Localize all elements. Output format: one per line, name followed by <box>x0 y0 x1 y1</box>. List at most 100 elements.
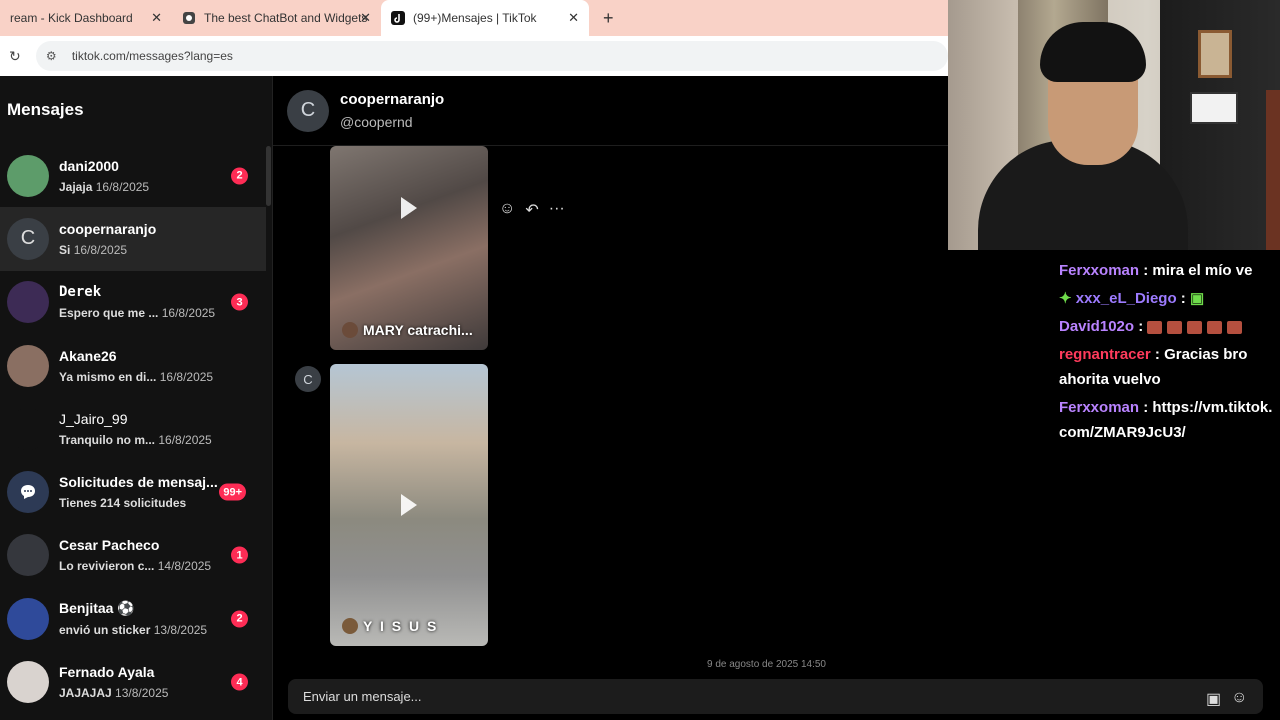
tab-chatbot-widgets[interactable]: The best ChatBot and Widgets ✕ <box>172 0 381 36</box>
avatar <box>7 661 49 704</box>
avatar[interactable]: C <box>295 366 321 392</box>
chat-message: ✦ xxx_eL_Diego : ▣ <box>1059 290 1205 307</box>
chat-username: regnantracer <box>1059 346 1151 363</box>
date-separator: 9 de agosto de 2025 14:50 <box>707 659 826 670</box>
streamer-hair <box>1040 22 1146 82</box>
chat-message: regnantracer : Gracias bro ahorita vuelv… <box>1059 346 1248 388</box>
conversation-preview: Tienes 214 solicitudes <box>59 496 187 511</box>
close-icon[interactable]: ✕ <box>151 10 162 26</box>
conversation-name: Fernado Ayala <box>59 664 155 681</box>
browser-tab-bar: ream - Kick Dashboard ✕ The best ChatBot… <box>0 0 948 36</box>
message-actions: ☺ ↶ ··· <box>499 200 565 220</box>
chat-nickname[interactable]: coopernaranjo <box>340 91 444 108</box>
unread-badge: 2 <box>231 610 248 628</box>
site-settings-icon[interactable]: ⚙ <box>46 49 62 63</box>
tab-label: ream - Kick Dashboard <box>10 11 133 25</box>
video-caption: Y I S U S <box>342 618 438 634</box>
chat-pane: C coopernaranjo @coopernd MARY catrachi.… <box>273 76 1263 720</box>
conversation-item[interactable]: Fernado Ayala JAJAJAJ 13/8/2025 4 <box>0 650 266 713</box>
conversation-preview: Lo revivieron c... <box>59 559 155 574</box>
shared-video-card[interactable]: Y I S U S <box>330 364 488 646</box>
video-author: Y I S U S <box>363 618 439 634</box>
reload-icon[interactable]: ↻ <box>4 48 26 65</box>
conversation-item[interactable]: Cesar Pacheco Lo revivieron c... 14/8/20… <box>0 524 266 587</box>
conversation-date: 13/8/2025 <box>115 686 169 701</box>
tiktok-favicon-icon <box>391 11 405 25</box>
chat-username: Ferxxoman <box>1059 399 1140 416</box>
conversation-item[interactable]: Derek Espero que me ... 16/8/2025 3 <box>0 271 266 334</box>
chat-header: C coopernaranjo @coopernd <box>273 76 948 146</box>
chatbot-favicon-icon <box>182 11 196 25</box>
conversation-name: dani2000 <box>59 157 119 174</box>
message-input-placeholder: Enviar un mensaje... <box>303 689 422 704</box>
emote-icon <box>1207 320 1223 334</box>
chat-username: Ferxxoman <box>1059 262 1140 279</box>
conversation-date: 13/8/2025 <box>153 623 208 638</box>
avatar <box>7 407 49 450</box>
video-author: MARY catrachi... <box>363 322 473 338</box>
shared-video-card[interactable]: MARY catrachi... <box>330 146 488 350</box>
chat-handle: @coopernd <box>340 114 413 130</box>
conversation-name: Cesar Pacheco <box>59 537 160 554</box>
whiteboard <box>1190 92 1238 124</box>
conversation-name: J_Jairo_99 <box>59 410 128 427</box>
reply-icon[interactable]: ↶ <box>525 200 538 220</box>
conversation-name: Akane26 <box>59 347 117 364</box>
avatar <box>7 534 49 577</box>
unread-badge: 3 <box>231 293 248 311</box>
tab-label: (99+)Mensajes | TikTok <box>413 11 537 25</box>
messages-sidebar: Mensajes dani2000 Jajaja 16/8/2025 2 C c… <box>0 76 273 720</box>
url-text: tiktok.com/messages?lang=es <box>71 49 233 63</box>
avatar <box>342 322 358 338</box>
emoji-icon[interactable]: ☺ <box>1231 689 1247 709</box>
address-bar[interactable]: ⚙ tiktok.com/messages?lang=es <box>35 41 948 71</box>
close-icon[interactable]: ✕ <box>568 10 579 26</box>
image-icon[interactable]: ▣ <box>1206 689 1221 709</box>
emote-icon <box>1147 320 1163 334</box>
new-tab-button[interactable]: + <box>603 9 614 27</box>
screen: ream - Kick Dashboard ✕ The best ChatBot… <box>0 0 1280 720</box>
stream-chat-overlay: Ferxxoman : mira el mío ve ✦ xxx_eL_Dieg… <box>1059 258 1280 448</box>
sidebar-title: Mensajes <box>7 100 84 119</box>
picture-frame <box>1198 30 1232 78</box>
conversation-preview: Ya mismo en di... <box>59 369 157 384</box>
tab-kick-dashboard[interactable]: ream - Kick Dashboard ✕ <box>0 0 172 36</box>
conversation-date: 16/8/2025 <box>95 179 150 194</box>
close-icon[interactable]: ✕ <box>360 10 371 26</box>
avatar <box>7 281 49 324</box>
unread-badge: 2 <box>231 167 248 185</box>
tab-label: The best ChatBot and Widgets <box>204 11 368 25</box>
unread-badge: 99+ <box>219 483 246 501</box>
shelf <box>1266 90 1280 250</box>
composer-icons: ▣ ☺ <box>1206 689 1247 709</box>
conversation-preview: Tranquilo no m... <box>59 432 155 447</box>
emoji-reaction-icon[interactable]: ☺ <box>499 200 515 220</box>
conversation-item-message-requests[interactable]: Solicitudes de mensaj... Tienes 214 soli… <box>0 460 266 523</box>
chat-username: xxx_eL_Diego <box>1075 290 1177 307</box>
conversation-name: Derek <box>59 284 102 301</box>
conversation-date: 16/8/2025 <box>73 242 128 257</box>
soccer-ball-icon: ⚽ <box>117 600 135 617</box>
avatar <box>7 597 49 640</box>
more-options-icon[interactable]: ··· <box>549 200 565 220</box>
unread-badge: 4 <box>231 673 248 691</box>
emote-icon <box>1167 320 1183 334</box>
conversation-item[interactable]: Akane26 Ya mismo en di... 16/8/2025 <box>0 334 266 397</box>
emote-icon <box>1187 320 1203 334</box>
webcam-overlay <box>948 0 1280 250</box>
conversation-item[interactable]: C coopernaranjo Si 16/8/2025 <box>0 207 266 271</box>
message-input[interactable]: Enviar un mensaje... <box>288 679 1263 714</box>
conversation-preview: Jajaja <box>59 179 93 194</box>
play-icon[interactable] <box>401 197 417 219</box>
conversation-item[interactable]: J_Jairo_99 Tranquilo no m... 16/8/2025 <box>0 397 266 460</box>
avatar[interactable]: C <box>287 89 329 132</box>
tab-tiktok-messages[interactable]: (99+)Mensajes | TikTok ✕ <box>381 0 589 36</box>
conversation-preview: JAJAJAJ <box>59 686 112 701</box>
browser-toolbar: ↻ ⚙ tiktok.com/messages?lang=es <box>0 36 948 76</box>
conversation-item[interactable]: dani2000 Jajaja 16/8/2025 2 <box>0 144 266 207</box>
play-icon[interactable] <box>401 494 417 516</box>
sidebar-scrollbar[interactable] <box>266 146 271 206</box>
conversation-item[interactable]: Benjitaa ⚽ envió un sticker 13/8/2025 2 <box>0 587 266 650</box>
chat-bubble-icon <box>7 471 49 514</box>
conversation-preview: Espero que me ... <box>59 306 159 321</box>
